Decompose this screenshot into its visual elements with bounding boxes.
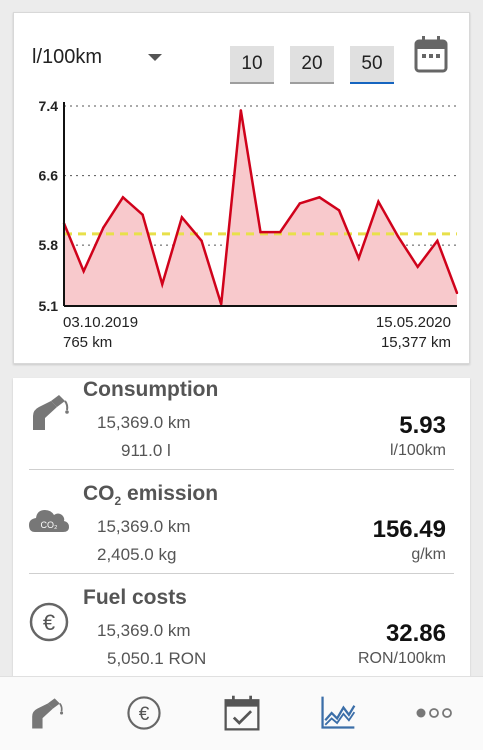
data-point — [318, 196, 321, 199]
data-point — [141, 213, 144, 216]
euro-icon: € — [29, 602, 69, 642]
chart-card: l/100km 10 20 50 7.4 6.6 5.8 5.1 03.10.2019… — [13, 12, 470, 364]
y-tick-label: 7.4 — [39, 98, 59, 114]
stat-amount: 911.0 l — [121, 441, 171, 460]
stat-consumption[interactable]: Consumption 15,369.0 km 911.0 l 5.93 l/1… — [13, 378, 470, 482]
stat-title: CO2 emission — [83, 482, 218, 508]
stat-title-main: CO — [83, 482, 115, 505]
nav-more[interactable] — [412, 693, 456, 733]
data-point — [416, 265, 419, 269]
stat-title: Fuel costs — [83, 586, 187, 609]
area-fill — [64, 110, 457, 306]
fuel-pump-icon — [33, 395, 69, 430]
euro-icon: € — [127, 696, 161, 730]
calendar-check-icon — [224, 695, 260, 731]
svg-text:€: € — [43, 610, 55, 635]
stat-title-rest: emission — [121, 482, 219, 505]
x-end-km: 15,377 km — [380, 334, 451, 351]
stat-value: 32.86 — [385, 620, 446, 647]
nav-statistics[interactable] — [316, 693, 360, 733]
y-tick-label: 5.8 — [39, 237, 59, 253]
divider — [29, 469, 454, 470]
stat-unit: RON/100km — [357, 650, 446, 667]
stat-value: 156.49 — [372, 516, 446, 543]
y-tick-label: 5.1 — [39, 298, 59, 314]
divider — [29, 573, 454, 574]
data-point — [298, 202, 301, 205]
co2-cloud-icon: CO₂ — [29, 510, 69, 532]
data-point — [396, 235, 400, 238]
data-point — [436, 239, 439, 242]
x-start-km: 765 km — [63, 334, 113, 351]
stats-card: Consumption 15,369.0 km 911.0 l 5.93 l/1… — [13, 378, 470, 678]
stat-amount: 2,405.0 kg — [97, 545, 177, 564]
data-point — [121, 196, 125, 199]
stat-unit: l/100km — [389, 442, 446, 459]
y-tick-label: 6.6 — [39, 168, 59, 184]
stat-amount: 5,050.1 RON — [107, 649, 207, 668]
more-icon — [416, 708, 452, 718]
data-point — [82, 270, 85, 273]
nav-reminders[interactable] — [220, 693, 264, 733]
stat-fuel-costs[interactable]: € Fuel costs 15,369.0 km 5,050.1 RON 32.… — [13, 586, 470, 678]
stat-co2[interactable]: CO₂ CO2 emission 15,369.0 km 2,405.0 kg … — [13, 482, 470, 586]
stat-value: 5.93 — [399, 412, 446, 439]
data-point — [278, 230, 282, 234]
nav-costs[interactable]: € — [122, 693, 166, 733]
chart-icon — [321, 696, 356, 729]
data-point — [161, 283, 164, 286]
stat-distance: 15,369.0 km — [97, 621, 191, 640]
data-point — [102, 226, 105, 229]
stat-unit: g/km — [411, 546, 446, 563]
data-point — [337, 209, 341, 212]
data-point — [455, 291, 459, 295]
data-point — [180, 216, 184, 219]
data-point — [239, 109, 243, 112]
stat-distance: 15,369.0 km — [97, 413, 191, 432]
stat-distance: 15,369.0 km — [97, 517, 191, 536]
data-point — [200, 239, 203, 242]
nav-fuel[interactable] — [24, 693, 68, 733]
stat-title: Consumption — [83, 378, 219, 401]
bottom-nav: € — [0, 676, 483, 750]
x-start-date: 03.10.2019 — [63, 314, 139, 331]
svg-text:CO₂: CO₂ — [41, 520, 59, 530]
data-point — [259, 230, 262, 234]
data-point — [357, 256, 360, 260]
svg-text:€: € — [139, 704, 150, 725]
data-point — [377, 200, 380, 203]
x-end-date: 15.05.2020 — [375, 314, 451, 331]
fuel-pump-icon — [32, 698, 64, 729]
